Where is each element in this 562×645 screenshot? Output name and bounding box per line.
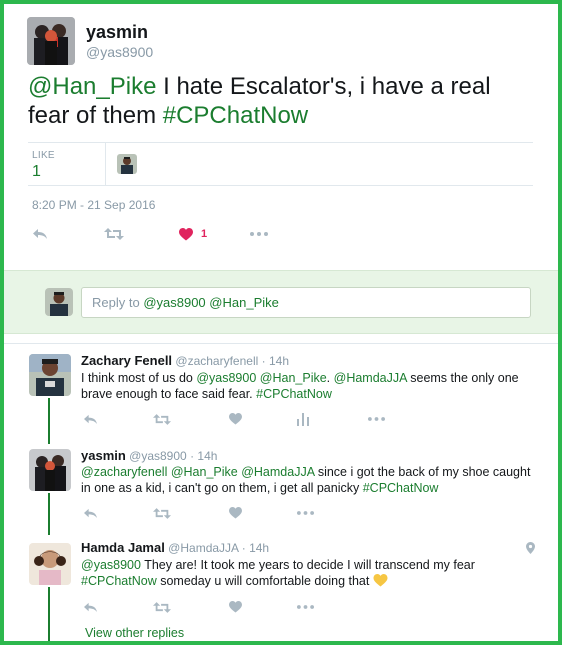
reply-header: yasmin @yas8900 · 14h — [81, 448, 217, 463]
more-icon[interactable] — [297, 599, 314, 615]
hashtag-link[interactable]: #CPChatNow — [256, 387, 332, 401]
hashtag-link[interactable]: #CPChatNow — [363, 481, 439, 495]
mention-link[interactable]: @HamdaJJA — [241, 465, 314, 479]
reply-icon[interactable] — [32, 224, 48, 244]
reply-actions — [83, 411, 403, 427]
like-count[interactable]: 1 — [32, 163, 41, 181]
author-name[interactable]: yasmin — [86, 22, 148, 43]
reply-author-handle[interactable]: @zacharyfenell — [175, 354, 258, 368]
reply-avatar[interactable] — [29, 543, 71, 585]
author-handle[interactable]: @yas8900 — [86, 44, 153, 60]
mention-link[interactable]: @zacharyfenell — [81, 465, 167, 479]
reply-time[interactable]: 14h — [197, 449, 217, 463]
reply-icon[interactable] — [83, 411, 98, 427]
reply-text-part: I think most of us do — [81, 371, 197, 385]
reply-text: I think most of us do @yas8900 @Han_Pike… — [81, 370, 536, 402]
reply-author-name[interactable]: Zachary Fenell — [81, 353, 172, 368]
reply-actions — [83, 599, 403, 615]
mention-link[interactable]: @HamdaJJA — [334, 371, 407, 385]
heart-icon[interactable] — [229, 599, 242, 615]
retweet-icon[interactable] — [104, 224, 124, 244]
stats-row: LIKE 1 — [28, 142, 533, 186]
reply-mention-1: @yas8900 — [143, 295, 206, 310]
reply-text-part: . — [326, 371, 334, 385]
retweet-icon[interactable] — [153, 505, 171, 521]
thread-line — [48, 493, 50, 535]
like-label: LIKE — [32, 150, 55, 161]
mention-link[interactable]: @Han_Pike — [171, 465, 238, 479]
heart-count: 1 — [201, 228, 208, 240]
reply-actions — [83, 505, 403, 521]
reply-author-name[interactable]: yasmin — [81, 448, 126, 463]
retweet-icon[interactable] — [153, 599, 171, 615]
reply-author-handle[interactable]: @HamdaJJA — [168, 541, 238, 555]
heart-icon — [179, 227, 193, 240]
mention-link[interactable]: @yas8900 — [196, 371, 256, 385]
tweet-timestamp[interactable]: 8:20 PM - 21 Sep 2016 — [32, 198, 155, 212]
like-button[interactable]: 1 — [179, 224, 207, 244]
thread-line — [48, 398, 50, 444]
reply-dot: · — [241, 541, 246, 555]
liker-avatar[interactable] — [117, 154, 137, 174]
reply-icon[interactable] — [83, 599, 98, 615]
tweet-actions: 1 — [30, 224, 330, 244]
reply-icon[interactable] — [83, 505, 98, 521]
reply-header: Hamda Jamal @HamdaJJA · 14h — [81, 540, 269, 555]
current-user-avatar — [45, 288, 73, 316]
reply-text-part: They are! It took me years to decide I w… — [140, 558, 475, 572]
divider — [4, 343, 558, 344]
reply-time[interactable]: 14h — [249, 541, 269, 555]
view-other-replies-link[interactable]: View other replies — [85, 626, 184, 640]
reply-dot: · — [261, 354, 266, 368]
retweet-icon[interactable] — [153, 411, 171, 427]
reply-compose-area: Reply to @yas8900 @Han_Pike — [4, 270, 558, 334]
heart-icon[interactable] — [229, 505, 242, 521]
mention-link[interactable]: @Han_Pike — [28, 73, 156, 100]
hashtag-link[interactable]: #CPChatNow — [81, 574, 157, 588]
reply-mention-2: @Han_Pike — [209, 295, 279, 310]
more-icon[interactable] — [297, 505, 314, 521]
mention-link[interactable]: @yas8900 — [81, 558, 141, 572]
reply-text-part: someday u will comfortable doing that — [156, 574, 373, 588]
reply-time[interactable]: 14h — [269, 354, 289, 368]
reply-text: @zacharyfenell @Han_Pike @HamdaJJA since… — [81, 464, 536, 496]
yellow-heart-icon — [373, 574, 388, 591]
reply-author-handle[interactable]: @yas8900 — [129, 449, 187, 463]
hashtag-link[interactable]: #CPChatNow — [163, 102, 308, 129]
reply-text: @yas8900 They are! It took me years to d… — [81, 557, 536, 591]
reply-header: Zachary Fenell @zacharyfenell · 14h — [81, 353, 289, 368]
analytics-icon[interactable] — [297, 411, 309, 427]
thread-line — [48, 587, 50, 641]
more-icon[interactable] — [250, 224, 268, 244]
reply-avatar[interactable] — [29, 449, 71, 491]
reply-avatar[interactable] — [29, 354, 71, 396]
reply-prefix: Reply to — [92, 295, 144, 310]
heart-icon[interactable] — [229, 411, 242, 427]
stats-divider — [105, 143, 106, 185]
tweet-text: @Han_Pike I hate Escalator's, i have a r… — [28, 72, 528, 130]
more-icon[interactable] — [368, 411, 385, 427]
main-tweet: yasmin @yas8900 @Han_Pike I hate Escalat… — [4, 4, 558, 266]
reply-input[interactable]: Reply to @yas8900 @Han_Pike — [81, 287, 531, 318]
reply-dot: · — [190, 449, 195, 463]
author-avatar[interactable] — [27, 17, 75, 65]
reply-author-name[interactable]: Hamda Jamal — [81, 540, 165, 555]
tweet-frame: yasmin @yas8900 @Han_Pike I hate Escalat… — [0, 0, 562, 645]
mention-link[interactable]: @Han_Pike — [260, 371, 327, 385]
